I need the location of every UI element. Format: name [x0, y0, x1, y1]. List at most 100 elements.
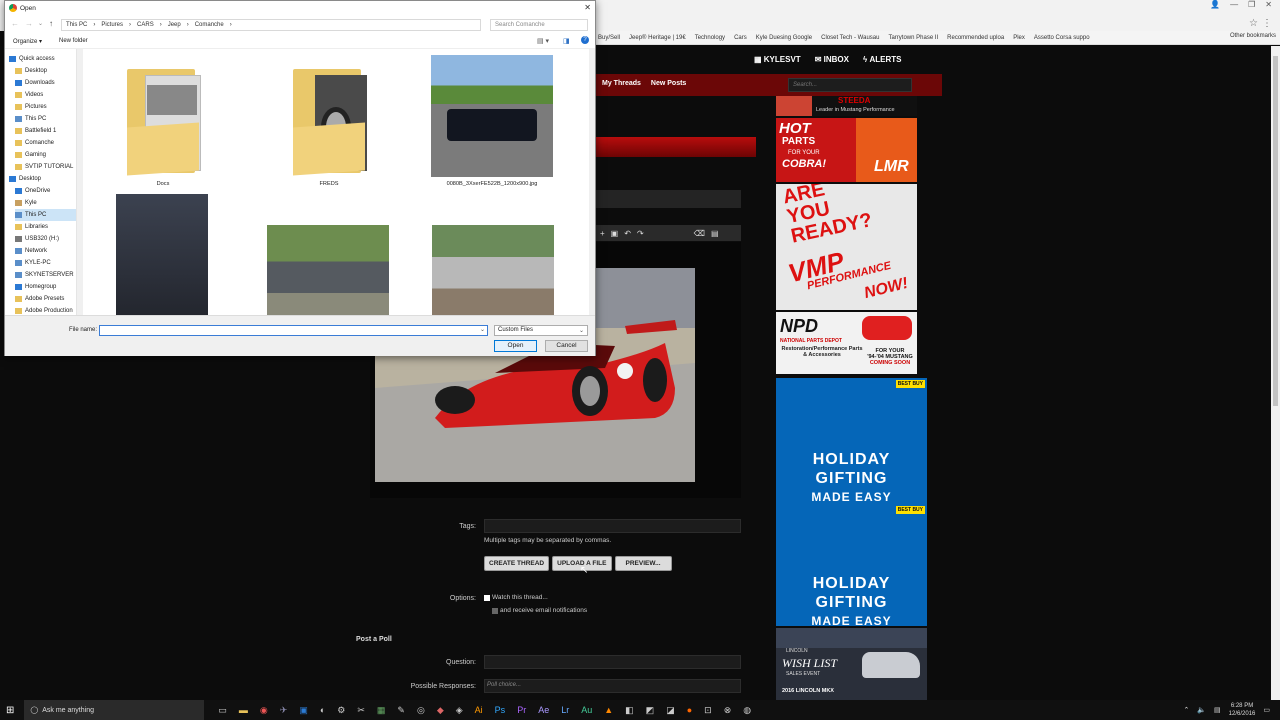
ad-vmp[interactable]: ARE YOU READY? VMP PERFORMANCE NOW!: [776, 184, 917, 310]
app-icon-2[interactable]: ◐: [320, 705, 325, 716]
file-type-select[interactable]: Custom Files ⌄: [494, 325, 588, 336]
redo-icon[interactable]: ↷: [637, 229, 644, 238]
nav-my-threads[interactable]: My Threads: [602, 80, 641, 87]
windows-start-icon[interactable]: ⊞: [6, 705, 14, 716]
volume-icon[interactable]: 🔈: [1197, 706, 1206, 714]
illustrator-icon[interactable]: Ai: [475, 705, 483, 716]
nav-item[interactable]: Desktop: [9, 173, 41, 185]
breadcrumb[interactable]: This PC › Pictures › CARS › Jeep › Comanche ›: [61, 19, 481, 31]
folder-docs[interactable]: Docs: [119, 65, 207, 187]
bookmark-item[interactable]: Tarrytown Phase II: [888, 35, 938, 41]
photoshop-icon[interactable]: Ps: [495, 705, 506, 716]
bookmark-item[interactable]: Assetto Corsa suppo: [1034, 35, 1090, 41]
organize-button[interactable]: Organize ▾: [13, 38, 42, 45]
page-scrollbar-thumb[interactable]: [1273, 56, 1278, 406]
ad-lincoln[interactable]: LINCOLN WISH LIST SALES EVENT 2016 LINCO…: [776, 628, 927, 700]
xbox-icon[interactable]: ⊗: [724, 705, 732, 716]
email-checkbox[interactable]: [492, 607, 498, 614]
breadcrumb-item[interactable]: This PC: [66, 22, 87, 28]
dialog-search-input[interactable]: Search Comanche: [490, 19, 588, 31]
title-field[interactable]: [596, 190, 741, 208]
vlc-icon[interactable]: ▲: [604, 705, 613, 716]
nav-item[interactable]: SVTIP TUTORIAL: [15, 161, 73, 173]
preview-button[interactable]: PREVIEW...: [614, 556, 672, 571]
user-icon[interactable]: 👤: [1210, 0, 1220, 10]
nav-item[interactable]: OneDrive: [15, 185, 50, 197]
network-icon[interactable]: ▤: [1214, 706, 1221, 714]
image-jeep-interior[interactable]: [116, 194, 208, 316]
ad-npd[interactable]: NPD NATIONAL PARTS DEPOT Restoration/Per…: [776, 312, 917, 374]
nav-item[interactable]: Quick access: [9, 53, 55, 65]
image-jeep-silver[interactable]: [432, 225, 554, 316]
nav-scrollbar[interactable]: [77, 49, 83, 315]
bookmark-star-icon[interactable]: ☆: [1249, 18, 1258, 29]
question-input[interactable]: [484, 655, 741, 669]
menu-icon[interactable]: ⋮: [1262, 18, 1272, 29]
nav-item[interactable]: Libraries: [15, 221, 48, 233]
ad-steeda[interactable]: STEEDA Leader in Mustang Performance: [776, 96, 917, 116]
close-icon[interactable]: ✕: [1265, 0, 1272, 10]
nav-item[interactable]: USB320 (H:): [15, 233, 59, 245]
nav-item[interactable]: Pictures: [15, 101, 47, 113]
bookmark-item[interactable]: Technology: [695, 35, 725, 41]
watch-checkbox[interactable]: [484, 594, 490, 601]
app-icon-1[interactable]: ▣: [299, 705, 308, 716]
tray-chevron-icon[interactable]: ⌃: [1183, 706, 1189, 714]
app-icon-8[interactable]: ◆: [437, 705, 444, 716]
new-folder-button[interactable]: New folder: [59, 38, 88, 44]
forward-arrow-icon[interactable]: →: [25, 19, 33, 28]
dialog-close-icon[interactable]: ✕: [584, 3, 591, 12]
file-scrollbar[interactable]: [589, 49, 595, 315]
app-icon-10[interactable]: ◧: [625, 705, 634, 716]
app-icon-9[interactable]: ◈: [456, 705, 463, 716]
app-icon-4[interactable]: ✂: [357, 705, 365, 716]
nav-item[interactable]: KYLE-PC: [15, 257, 51, 269]
app-icon-5[interactable]: ▦: [377, 705, 386, 716]
minimize-icon[interactable]: —: [1230, 0, 1238, 10]
notifications-icon[interactable]: ▭: [1263, 706, 1270, 714]
back-arrow-icon[interactable]: ←: [11, 19, 19, 28]
premiere-icon[interactable]: Pr: [517, 705, 526, 716]
file-name-dropdown-icon[interactable]: ⌄: [480, 326, 485, 333]
recent-dropdown-icon[interactable]: ⌄: [38, 20, 43, 27]
other-bookmarks[interactable]: Other bookmarks: [1230, 33, 1276, 39]
account-link[interactable]: ▦ KYLESVT: [754, 55, 801, 64]
help-icon[interactable]: ?: [581, 36, 589, 44]
nav-item[interactable]: Adobe Production: [15, 305, 73, 315]
image-jeep-grey[interactable]: [267, 225, 389, 316]
bookmark-item[interactable]: Plex: [1013, 35, 1025, 41]
app-icon-13[interactable]: ●: [687, 705, 692, 716]
maximize-icon[interactable]: ❐: [1248, 0, 1255, 10]
nav-item[interactable]: Kyle: [15, 197, 37, 209]
view-icon[interactable]: ▤ ▾: [537, 37, 549, 45]
tags-input[interactable]: [484, 519, 741, 533]
nav-item[interactable]: Gaming: [15, 149, 46, 161]
file-explorer-icon[interactable]: ▬: [239, 705, 248, 716]
bookmark-item[interactable]: Closet Tech - Wausau: [821, 35, 879, 41]
after-effects-icon[interactable]: Ae: [538, 705, 549, 716]
site-search-input[interactable]: Search...: [788, 78, 912, 92]
breadcrumb-item[interactable]: Jeep: [168, 22, 181, 28]
app-icon-12[interactable]: ◪: [666, 705, 675, 716]
file-jeep-jpg[interactable]: 0080B_3XxerFE522B_1200x900.jpg: [429, 55, 555, 187]
lightroom-icon[interactable]: Lr: [561, 705, 569, 716]
cancel-button[interactable]: Cancel: [545, 340, 588, 352]
app-icon-14[interactable]: ◍: [743, 705, 751, 716]
nav-new-posts[interactable]: New Posts: [651, 80, 686, 87]
poll-choice-input[interactable]: Poll choice...: [484, 679, 741, 693]
nav-item[interactable]: Downloads: [15, 77, 55, 89]
open-button[interactable]: Open: [494, 340, 537, 352]
nav-item[interactable]: This PC: [15, 113, 46, 125]
nav-item[interactable]: Desktop: [15, 65, 47, 77]
clock[interactable]: 6:28 PM 12/6/2016: [1229, 702, 1256, 718]
breadcrumb-item[interactable]: Comanche: [195, 22, 224, 28]
up-arrow-icon[interactable]: ↑: [49, 19, 53, 28]
nav-item[interactable]: Network: [15, 245, 47, 257]
save-icon[interactable]: ▣: [611, 229, 619, 238]
cortana-search-box[interactable]: ◯ Ask me anything: [24, 700, 205, 720]
ad-lmr[interactable]: HOT PARTS FOR YOUR COBRA! LMR: [776, 118, 917, 182]
app-icon-6[interactable]: ✎: [397, 705, 405, 716]
app-icon-3[interactable]: ⚙: [337, 705, 345, 716]
store-icon[interactable]: ⊡: [704, 705, 712, 716]
nav-item[interactable]: Homegroup: [15, 281, 56, 293]
